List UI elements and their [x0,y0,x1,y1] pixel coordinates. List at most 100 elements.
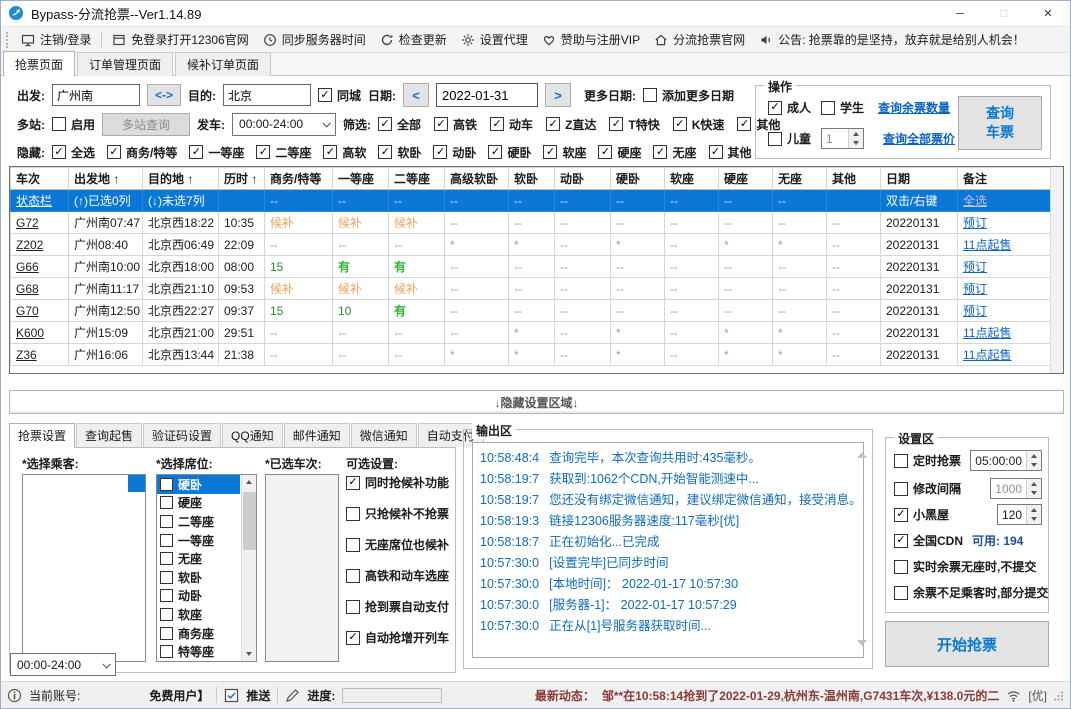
swap-stations-button[interactable]: <-> [147,84,181,106]
option-只抢候补不抢票-box[interactable] [346,506,360,521]
table-row[interactable]: Z36 广州16:06 北京西13:44 21:38 -- -- -- * * -- * -- * * --… [10,343,1053,366]
hide-checkbox-其他[interactable]: ✓ 其他 [708,144,752,161]
stepper-down[interactable] [1027,461,1041,471]
train-no-link[interactable]: 状态栏 [16,194,52,208]
toolbar-item-sponsor-vip[interactable]: 赞助与注册VIP [535,27,647,52]
column-header-软卧[interactable]: 软卧 [508,167,555,190]
filter-checkbox-高铁[interactable]: ✓ 高铁 [434,116,477,133]
filter-checkbox-K快速-box[interactable]: ✓ [672,117,687,131]
scroll-down-icon[interactable] [857,640,867,660]
setting-checkbox-修改间隔[interactable]: 修改间隔 [894,480,961,497]
train-no-link[interactable]: Z202 [16,238,43,252]
column-header-商务/特等[interactable]: 商务/特等 [264,167,333,190]
output-log[interactable]: 10:58:48:4 查询完毕，本次查询共用时:435毫秒。 10:58:19:7 获… [472,442,864,658]
stepper-arrows[interactable] [1026,479,1041,498]
setting-checkbox-余票不足乘客时,部分提交-box[interactable] [894,585,908,600]
passenger-list-selection[interactable] [128,475,145,492]
passenger-listbox[interactable] [22,474,146,662]
seat-option-checkbox[interactable] [160,645,173,659]
status-row[interactable]: 状态栏 (↑)已选0列 (↓)未选7列 -- -- -- -- -- -- -- -- -- -- 双击/… [10,189,1053,212]
filter-checkbox-动车[interactable]: ✓ 动车 [490,116,533,133]
setting-stepper[interactable]: 120 [996,504,1042,525]
tab-验证码设置[interactable]: 验证码设置 [143,423,222,447]
train-no-link[interactable]: Z36 [16,348,37,362]
filter-checkbox-动车-box[interactable]: ✓ [490,117,505,131]
filter-checkbox-全部-box[interactable]: ✓ [378,117,393,131]
close-button[interactable]: ✕ [1026,1,1070,26]
hide-checkbox-全选-box[interactable]: ✓ [52,145,66,159]
push-label[interactable]: 推送 [246,687,270,704]
adult-checkbox[interactable]: ✓ 成人 [768,99,811,116]
start-grab-button[interactable]: 开始抢票 [885,621,1049,667]
seat-option-checkbox[interactable] [160,626,173,640]
toolbar-item-open-12306[interactable]: 免登录打开12306官网 [105,27,255,52]
scroll-up-icon[interactable] [857,438,867,458]
same-city-checkbox[interactable]: ✓ 同城 [318,87,361,104]
setting-checkbox-余票不足乘客时,部分提交[interactable]: 余票不足乘客时,部分提交 [894,584,1048,601]
action-link[interactable]: 11点起售 [963,348,1011,362]
action-link[interactable]: 11点起售 [963,326,1011,340]
option-抢到票自动支付-box[interactable] [346,599,360,614]
adult-checkbox-box[interactable]: ✓ [768,100,782,115]
add-more-dates-checkbox-box[interactable] [643,88,658,102]
option-同时抢候补功能-box[interactable]: ✓ [346,475,360,490]
multi-station-enable-checkbox[interactable]: 启用 [52,116,95,133]
setting-checkbox-实时余票无座时,不提交[interactable]: 实时余票无座时,不提交 [894,558,1036,575]
tab-邮件通知[interactable]: 邮件通知 [283,423,350,447]
seat-option-硬座[interactable]: 硬座 [157,494,240,513]
selected-trains-listbox[interactable] [265,474,339,662]
toolbar-item-set-proxy[interactable]: 设置代理 [454,27,535,52]
seat-list-scrollbar[interactable] [241,475,256,661]
hide-checkbox-其他-box[interactable]: ✓ [708,145,723,159]
scrollbar-thumb[interactable] [242,492,256,550]
seat-option-checkbox[interactable] [160,607,173,621]
stepper-arrows[interactable] [1026,505,1041,524]
hide-checkbox-软卧-box[interactable]: ✓ [378,145,393,159]
train-no-link[interactable]: G68 [16,282,39,296]
toolbar-item-logout-login[interactable]: 注销/登录 [14,27,98,52]
seat-option-checkbox[interactable] [160,533,173,547]
table-row[interactable]: Z202 广州08:40 北京西06:49 22:09 -- -- -- * * -- * -- * * -… [10,233,1053,256]
action-link[interactable]: 预订 [963,282,987,296]
child-checkbox-box[interactable] [768,131,782,146]
setting-checkbox-小黑屋[interactable]: ✓ 小黑屋 [894,506,949,523]
table-row[interactable]: G66 广州南10:00 北京西18:00 08:00 15 有有 -- -- -- -- -- --… [10,255,1053,278]
seat-option-一等座[interactable]: 一等座 [157,531,240,550]
action-link[interactable]: 11点起售 [963,238,1011,252]
student-checkbox-box[interactable] [821,100,836,115]
setting-checkbox-修改间隔-box[interactable] [894,481,908,496]
to-input[interactable] [223,84,311,106]
column-header-高级软卧[interactable]: 高级软卧 [444,167,509,190]
scroll-up-icon[interactable] [246,480,252,484]
seat-option-checkbox[interactable] [160,552,173,566]
hide-checkbox-商务/特等-box[interactable]: ✓ [107,145,122,159]
seat-type-listbox[interactable]: 硬卧 硬座 二等座 一等座 无座 软卧 动卧 软座 商务座 特等座 [156,474,257,662]
column-header-二等座[interactable]: 二等座 [388,167,445,190]
hide-checkbox-无座[interactable]: ✓ 无座 [653,144,697,161]
column-header-硬卧[interactable]: 硬卧 [610,167,665,190]
query-tickets-button[interactable]: 查询 车票 [958,96,1042,150]
hide-checkbox-高软[interactable]: ✓ 高软 [323,144,366,161]
seat-option-checkbox[interactable] [160,477,173,491]
table-row[interactable]: G70 广州南12:50 北京西22:27 09:37 15 10 有 -- -- -- -- -- -… [10,299,1053,322]
hide-checkbox-商务/特等[interactable]: ✓ 商务/特等 [107,144,177,161]
column-header-一等座[interactable]: 一等座 [332,167,389,190]
date-input[interactable] [436,83,539,107]
option-同时抢候补功能[interactable]: ✓ 同时抢候补功能 [346,474,449,491]
from-input[interactable] [52,84,140,106]
grab-time-range-select[interactable]: 00:00-24:00 [10,653,116,676]
stepper-arrows[interactable] [1026,451,1041,470]
hide-checkbox-动卧[interactable]: ✓ 动卧 [433,144,476,161]
action-link[interactable]: 预订 [963,304,987,318]
filter-checkbox-Z直达-box[interactable]: ✓ [546,117,561,131]
column-header-目的地 ↑[interactable]: 目的地 ↑ [142,167,219,190]
table-row[interactable]: G68 广州南11:17 北京西21:10 09:53 候补 候补 候补 -- -- -- -- --… [10,277,1053,300]
multi-station-enable-checkbox-box[interactable] [52,117,66,131]
query-remaining-link[interactable]: 查询余票数量 [878,99,950,116]
seat-option-无座[interactable]: 无座 [157,549,240,568]
seat-option-二等座[interactable]: 二等座 [157,512,240,531]
setting-checkbox-定时抢票-box[interactable] [894,453,908,468]
tab-QQ通知[interactable]: QQ通知 [222,423,283,447]
column-header-日期[interactable]: 日期 [880,167,958,190]
stepper-up[interactable] [1027,479,1041,489]
